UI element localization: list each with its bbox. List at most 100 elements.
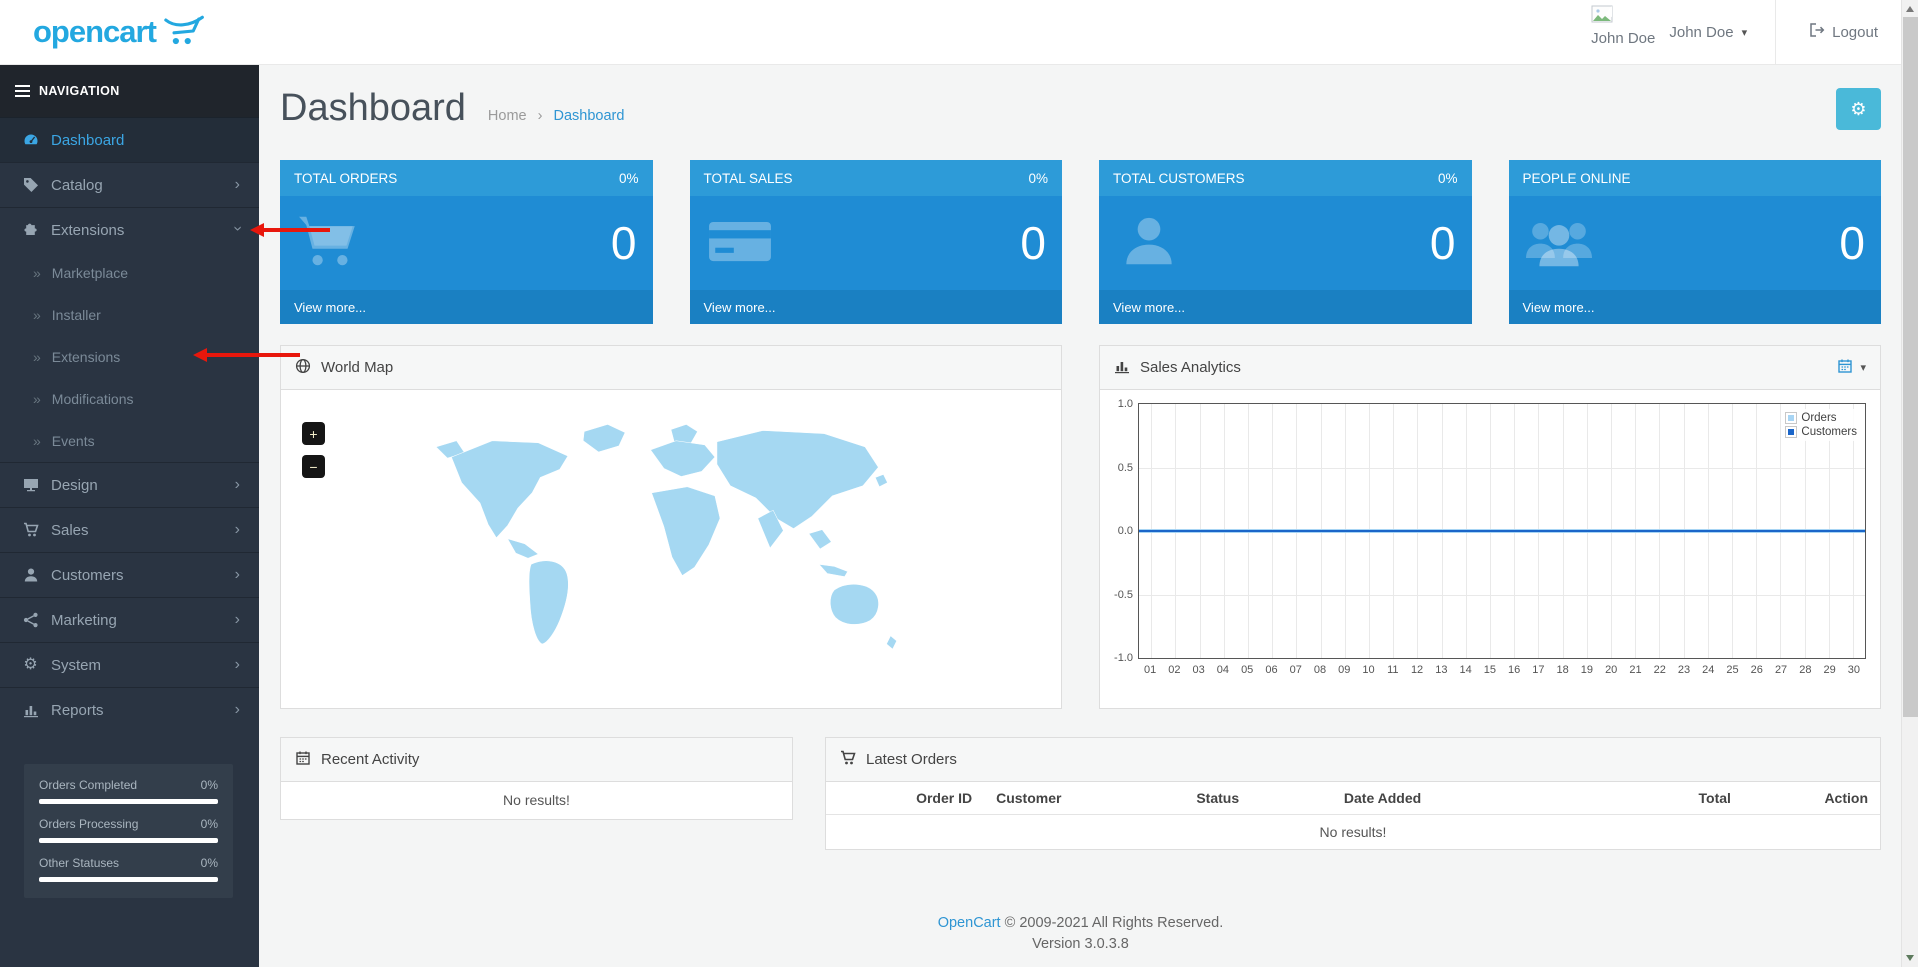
opencart-logo[interactable]: opencart: [0, 0, 259, 64]
stat-label: Orders Processing: [39, 817, 138, 831]
stat-value: 0%: [201, 817, 218, 831]
stat-value: 0%: [201, 856, 218, 870]
sales-analytics-panel: Sales Analytics ▾ 1.00.50.0-0.5-1.0 Orde…: [1099, 345, 1881, 709]
monitor-icon: [21, 477, 40, 493]
tile-label: TOTAL SALES: [704, 171, 793, 186]
view-more-link[interactable]: View more...: [1113, 300, 1185, 315]
sidebar-item-marketing[interactable]: Marketing ›: [0, 597, 259, 642]
calendar-icon: [1837, 358, 1853, 377]
map-zoom-out-button[interactable]: −: [302, 455, 325, 478]
world-map[interactable]: + −: [281, 390, 1061, 708]
sidebar-subitem-label: Modifications: [52, 391, 134, 407]
y-tick-label: -0.5: [1105, 589, 1133, 601]
sidebar-subitem-extensions[interactable]: » Extensions: [0, 336, 259, 378]
dashboard-icon: [21, 132, 40, 148]
double-angle-icon: »: [33, 349, 41, 365]
x-tick-label: 18: [1557, 664, 1569, 676]
settings-button[interactable]: ⚙: [1836, 88, 1881, 130]
legend-item: Orders: [1785, 412, 1857, 424]
view-more-link[interactable]: View more...: [1523, 300, 1595, 315]
stat-label: Orders Completed: [39, 778, 137, 792]
sidebar-subitem-label: Events: [52, 433, 95, 449]
breadcrumb-home-link[interactable]: Home: [488, 108, 527, 124]
sidebar-item-dashboard[interactable]: Dashboard: [0, 117, 259, 162]
user-icon: [21, 567, 40, 583]
navigation-title: NAVIGATION: [39, 84, 120, 98]
sidebar-subitem-label: Marketplace: [52, 265, 128, 281]
hamburger-icon: [15, 82, 30, 100]
copyright-text: © 2009-2021 All Rights Reserved.: [1005, 915, 1224, 931]
sidebar-item-customers[interactable]: Customers ›: [0, 552, 259, 597]
user-menu[interactable]: John Doe ▾: [1669, 24, 1747, 41]
stat-row: Other Statuses 0%: [39, 856, 218, 882]
calendar-icon: [295, 750, 311, 770]
user-avatar-link[interactable]: John Doe: [1591, 5, 1655, 47]
panel-title: Latest Orders: [866, 751, 957, 768]
x-tick-label: 05: [1241, 664, 1253, 676]
gear-icon: ⚙: [21, 657, 40, 673]
x-tick-label: 12: [1411, 664, 1423, 676]
breadcrumb-current-link[interactable]: Dashboard: [554, 108, 625, 124]
date-range-button[interactable]: ▾: [1837, 358, 1866, 377]
share-icon: [21, 612, 40, 628]
logout-icon: [1809, 22, 1825, 42]
map-zoom-in-button[interactable]: +: [302, 422, 325, 445]
sidebar-subitem-installer[interactable]: » Installer: [0, 294, 259, 336]
main-content: Dashboard Home › Dashboard ⚙ TOTAL ORDER…: [259, 65, 1901, 967]
column-header-status: Status: [1184, 782, 1332, 815]
column-header-total: Total: [1585, 782, 1743, 815]
view-more-link[interactable]: View more...: [294, 300, 366, 315]
sidebar-subitem-events[interactable]: » Events: [0, 420, 259, 462]
y-tick-label: 0.0: [1105, 525, 1133, 537]
sidebar-item-reports[interactable]: Reports ›: [0, 687, 259, 732]
column-header-order-id: Order ID: [826, 782, 984, 815]
legend-color-box: [1785, 412, 1797, 424]
scrollbar-thumb[interactable]: [1903, 17, 1918, 717]
sidebar-item-sales[interactable]: Sales ›: [0, 507, 259, 552]
sidebar-item-extensions[interactable]: Extensions ›: [0, 207, 259, 252]
x-tick-label: 06: [1265, 664, 1277, 676]
recent-activity-empty: No results!: [281, 782, 792, 819]
x-tick-label: 28: [1799, 664, 1811, 676]
chevron-right-icon: ›: [235, 611, 240, 629]
caret-down-icon: ▾: [1860, 361, 1866, 374]
tags-icon: [21, 177, 40, 193]
bar-chart-icon: [1114, 358, 1130, 378]
sidebar-item-system[interactable]: ⚙ System ›: [0, 642, 259, 687]
sidebar-subitem-modifications[interactable]: » Modifications: [0, 378, 259, 420]
view-more-link[interactable]: View more...: [704, 300, 776, 315]
column-header-customer: Customer: [984, 782, 1184, 815]
x-tick-label: 15: [1484, 664, 1496, 676]
cart-icon: [297, 211, 363, 276]
sales-chart: 1.00.50.0-0.5-1.0 OrdersCustomers 010203…: [1138, 403, 1866, 681]
opencart-logo-text: opencart: [33, 14, 156, 50]
chart-plot: 1.00.50.0-0.5-1.0 OrdersCustomers: [1138, 403, 1866, 659]
logout-button[interactable]: Logout: [1776, 22, 1918, 42]
legend-color-box: [1785, 426, 1797, 438]
panel-title: World Map: [321, 359, 393, 376]
stat-row: Orders Completed 0%: [39, 778, 218, 804]
column-header-action: Action: [1743, 782, 1880, 815]
chevron-right-icon: ›: [235, 566, 240, 584]
vertical-scrollbar[interactable]: [1901, 0, 1918, 967]
panel-title: Recent Activity: [321, 751, 419, 768]
sidebar-subitem-label: Installer: [52, 307, 101, 323]
opencart-footer-link[interactable]: OpenCart: [938, 915, 1001, 931]
progress-bar: [39, 877, 218, 882]
recent-activity-panel: Recent Activity No results!: [280, 737, 793, 820]
tile-value: 0: [1839, 216, 1865, 270]
scrollbar-down-arrow-icon[interactable]: [1906, 955, 1914, 961]
sidebar-item-catalog[interactable]: Catalog ›: [0, 162, 259, 207]
x-tick-label: 27: [1775, 664, 1787, 676]
world-map-graphic: [431, 416, 911, 682]
table-row: No results!: [826, 815, 1880, 850]
tile-total-sales: TOTAL SALES 0% 0 View more...: [690, 160, 1063, 324]
progress-bar: [39, 838, 218, 843]
legend-label: Customers: [1801, 426, 1857, 438]
sidebar-subitem-marketplace[interactable]: » Marketplace: [0, 252, 259, 294]
logout-label: Logout: [1832, 24, 1878, 41]
scrollbar-up-arrow-icon[interactable]: [1906, 6, 1914, 12]
cart-swoosh-icon: [164, 15, 206, 52]
sidebar-item-design[interactable]: Design ›: [0, 462, 259, 507]
sidebar-item-label: System: [51, 657, 101, 674]
